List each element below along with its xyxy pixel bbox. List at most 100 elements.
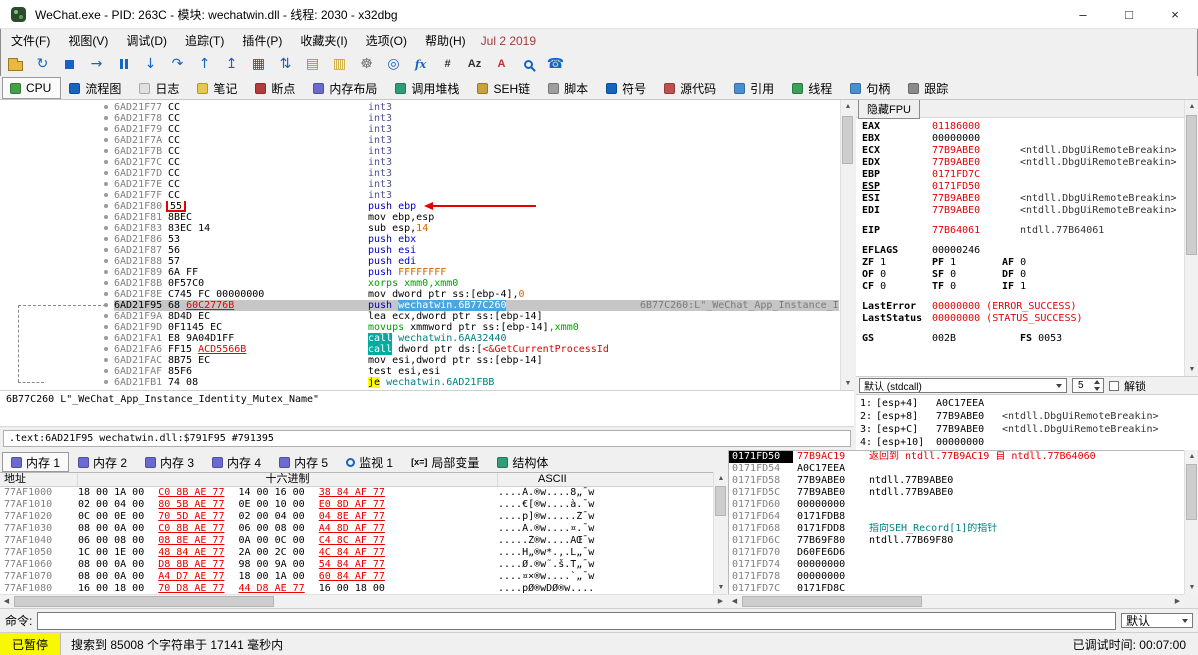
- argument-row[interactable]: 2: [esp+8] 77B9ABE0 <ntdll.DbgUiRemoteBreak…: [860, 410, 1198, 423]
- patches-icon[interactable]: ▦: [247, 54, 270, 74]
- scroll-up-icon[interactable]: ▲: [1185, 450, 1198, 463]
- memory-dump-pane[interactable]: 地址 十六进制 ASCII 77AF1000 18 00 1A 00 C0 8B A…: [0, 472, 727, 594]
- tab-memory-1[interactable]: 内存 1: [2, 452, 70, 472]
- threads-icon[interactable]: ⇅: [274, 54, 297, 74]
- scrollbar-thumb[interactable]: [842, 116, 853, 164]
- disasm-row[interactable]: 6AD21FA6 FF15 ACD5566B call dword ptr ds:[…: [0, 344, 839, 355]
- menu-item-2[interactable]: 视图(V): [59, 29, 117, 52]
- register-row[interactable]: ESP 0171FD50: [862, 181, 1184, 193]
- restart-icon[interactable]: ↻: [31, 54, 54, 74]
- breakpoint-dot[interactable]: [104, 193, 108, 197]
- breakpoint-dot[interactable]: [104, 226, 108, 230]
- scroll-down-icon[interactable]: ▼: [1185, 581, 1198, 594]
- register-row[interactable]: ECX 77B9ABE0 <ntdll.DbgUiRemoteBreakin>: [862, 145, 1184, 157]
- breakpoint-dot[interactable]: [104, 358, 108, 362]
- memory-row[interactable]: 77AF1020 0C 00 0E 00 70 5D AE 77 02 00 04 0…: [0, 511, 727, 523]
- disasm-row[interactable]: 6AD21F89 6A FF push FFFFFFFF: [0, 267, 839, 278]
- tab-trace[interactable]: 跟踪: [900, 77, 958, 99]
- register-row[interactable]: EFLAGS 00000246: [862, 245, 1184, 257]
- breakpoint-dot[interactable]: [104, 369, 108, 373]
- disasm-row[interactable]: 6AD21F79 CC int3: [0, 124, 839, 135]
- breakpoint-dot[interactable]: [104, 105, 108, 109]
- menu-item-6[interactable]: 收藏夹(I): [291, 29, 356, 52]
- memory-scrollbar[interactable]: ▲ ▼: [713, 472, 727, 594]
- notes-icon[interactable]: ▥: [328, 54, 351, 74]
- breakpoint-dot[interactable]: [104, 127, 108, 131]
- memory-row[interactable]: 77AF1050 1C 00 1E 00 48 84 AE 77 2A 00 2C 0…: [0, 547, 727, 559]
- stack-row[interactable]: 0171FD74 00000000: [729, 559, 1184, 571]
- step-over-icon[interactable]: ↷: [166, 54, 189, 74]
- register-row[interactable]: LastStatus 00000000 (STATUS_SUCCESS): [862, 313, 1184, 325]
- step-out-icon[interactable]: ↑: [193, 54, 216, 74]
- step-into-icon[interactable]: ↓: [139, 54, 162, 74]
- unlock-checkbox[interactable]: [1109, 380, 1119, 391]
- run-icon[interactable]: →: [85, 54, 108, 74]
- memory-row[interactable]: 77AF1060 08 00 0A 00 D8 8B AE 77 98 00 9A 0…: [0, 559, 727, 571]
- scrollbar-thumb[interactable]: [1186, 464, 1197, 520]
- memory-hscrollbar[interactable]: ◀ ▶: [0, 594, 727, 608]
- breakpoint-dot[interactable]: [104, 347, 108, 351]
- breakpoint-dot[interactable]: [104, 303, 108, 307]
- menu-item-8[interactable]: 帮助(H): [416, 29, 475, 52]
- stack-row[interactable]: 0171FD50 77B9AC19 返回到 ntdll.77B9AC19 自 ntd…: [729, 451, 1184, 463]
- register-row[interactable]: EBX 00000000: [862, 133, 1184, 145]
- tab-memory-2[interactable]: 内存 2: [69, 452, 136, 472]
- disasm-row[interactable]: 6AD21F9A 8D4D EC lea ecx,dword ptr ss:[ebp…: [0, 311, 839, 322]
- scrollbar-thumb[interactable]: [715, 486, 726, 516]
- register-row[interactable]: ZF 1 PF 1 AF 0: [862, 257, 1184, 269]
- stop-icon[interactable]: [58, 54, 81, 74]
- disasm-row[interactable]: 6AD21F78 CC int3: [0, 113, 839, 124]
- argument-row[interactable]: 3: [esp+C] 77B9ABE0 <ntdll.DbgUiRemoteBreak…: [860, 423, 1198, 436]
- command-profile-select[interactable]: 默认: [1121, 613, 1193, 628]
- scroll-up-icon[interactable]: ▲: [841, 100, 855, 113]
- scrollbar-thumb[interactable]: [14, 596, 274, 607]
- disasm-row[interactable]: 6AD21F7C CC int3: [0, 157, 839, 168]
- stack-row[interactable]: 0171FD5C 77B9ABE0 ntdll.77B9ABE0: [729, 487, 1184, 499]
- scrollbar-thumb[interactable]: [1186, 115, 1197, 255]
- tab-call-stack[interactable]: 调用堆栈: [387, 77, 469, 99]
- disasm-row[interactable]: 6AD21F83 83EC 14 sub esp,14: [0, 223, 839, 234]
- calling-convention-select[interactable]: 默认 (stdcall): [859, 378, 1067, 393]
- tab-references[interactable]: 引用: [726, 77, 784, 99]
- search-icon[interactable]: [517, 54, 540, 74]
- tab-script[interactable]: 脚本: [540, 77, 598, 99]
- scroll-up-icon[interactable]: ▲: [1185, 100, 1198, 113]
- memory-row[interactable]: 77AF1030 08 00 0A 00 C0 8B AE 77 06 00 08 0…: [0, 523, 727, 535]
- tab-breakpoints[interactable]: 断点: [247, 77, 305, 99]
- breakpoint-dot[interactable]: [104, 237, 108, 241]
- scroll-down-icon[interactable]: ▼: [841, 377, 855, 390]
- stack-row[interactable]: 0171FD6C 77B69F80 ntdll.77B69F80: [729, 535, 1184, 547]
- tab-log[interactable]: 日志: [131, 77, 189, 99]
- tab-memory-3[interactable]: 内存 3: [136, 452, 203, 472]
- stack-hscrollbar[interactable]: ◀ ▶: [728, 594, 1184, 608]
- disasm-row[interactable]: 6AD21F77 CC int3: [0, 102, 839, 113]
- hide-fpu-button[interactable]: 隐藏FPU: [858, 100, 920, 119]
- register-row[interactable]: OF 0 SF 0 DF 0: [862, 269, 1184, 281]
- memory-row[interactable]: 77AF1070 08 00 0A 00 A4 D7 AE 77 18 00 1A 0…: [0, 571, 727, 583]
- tab-memory-map[interactable]: 内存布局: [305, 77, 387, 99]
- breakpoint-dot[interactable]: [104, 325, 108, 329]
- open-file-icon[interactable]: [4, 54, 27, 74]
- minimize-button[interactable]: –: [1060, 0, 1106, 28]
- breakpoint-dot[interactable]: [104, 281, 108, 285]
- registers-scrollbar[interactable]: ▲ ▼: [1184, 100, 1198, 376]
- disasm-row[interactable]: 6AD21FAC 8B75 EC mov esi,dword ptr ss:[ebp…: [0, 355, 839, 366]
- preferences-icon[interactable]: ◎: [382, 54, 405, 74]
- disasm-row[interactable]: 6AD21F87 56 push esi: [0, 245, 839, 256]
- disasm-row[interactable]: 6AD21FB1 74 08 je wechatwin.6AD21FBB: [0, 377, 839, 388]
- disasm-row[interactable]: 6AD21FA1 E8 9A04D1FF call wechatwin.6AA324…: [0, 333, 839, 344]
- arg-count-stepper[interactable]: 5: [1072, 378, 1104, 393]
- calculator-fx-icon[interactable]: fx: [409, 54, 432, 74]
- register-row[interactable]: EAX 01186000: [862, 121, 1184, 133]
- log-icon[interactable]: ▤: [301, 54, 324, 74]
- register-row[interactable]: EDI 77B9ABE0 <ntdll.DbgUiRemoteBreakin>: [862, 205, 1184, 217]
- stack-row[interactable]: 0171FD68 0171FDD8 指向SEH_Record[1]的指针: [729, 523, 1184, 535]
- disasm-row[interactable]: 6AD21F8B 0F57C0 xorps xmm0,xmm0: [0, 278, 839, 289]
- breakpoint-dot[interactable]: [104, 259, 108, 263]
- assembler-az-icon[interactable]: Az: [463, 54, 486, 74]
- menu-item-3[interactable]: 调试(D): [117, 29, 176, 52]
- execute-till-return-icon[interactable]: ↥: [220, 54, 243, 74]
- scrollbar-thumb[interactable]: [742, 596, 922, 607]
- scroll-up-icon[interactable]: ▲: [714, 472, 728, 485]
- disasm-row[interactable]: 6AD21F8E C745 FC 00000000 mov dword ptr ss…: [0, 289, 839, 300]
